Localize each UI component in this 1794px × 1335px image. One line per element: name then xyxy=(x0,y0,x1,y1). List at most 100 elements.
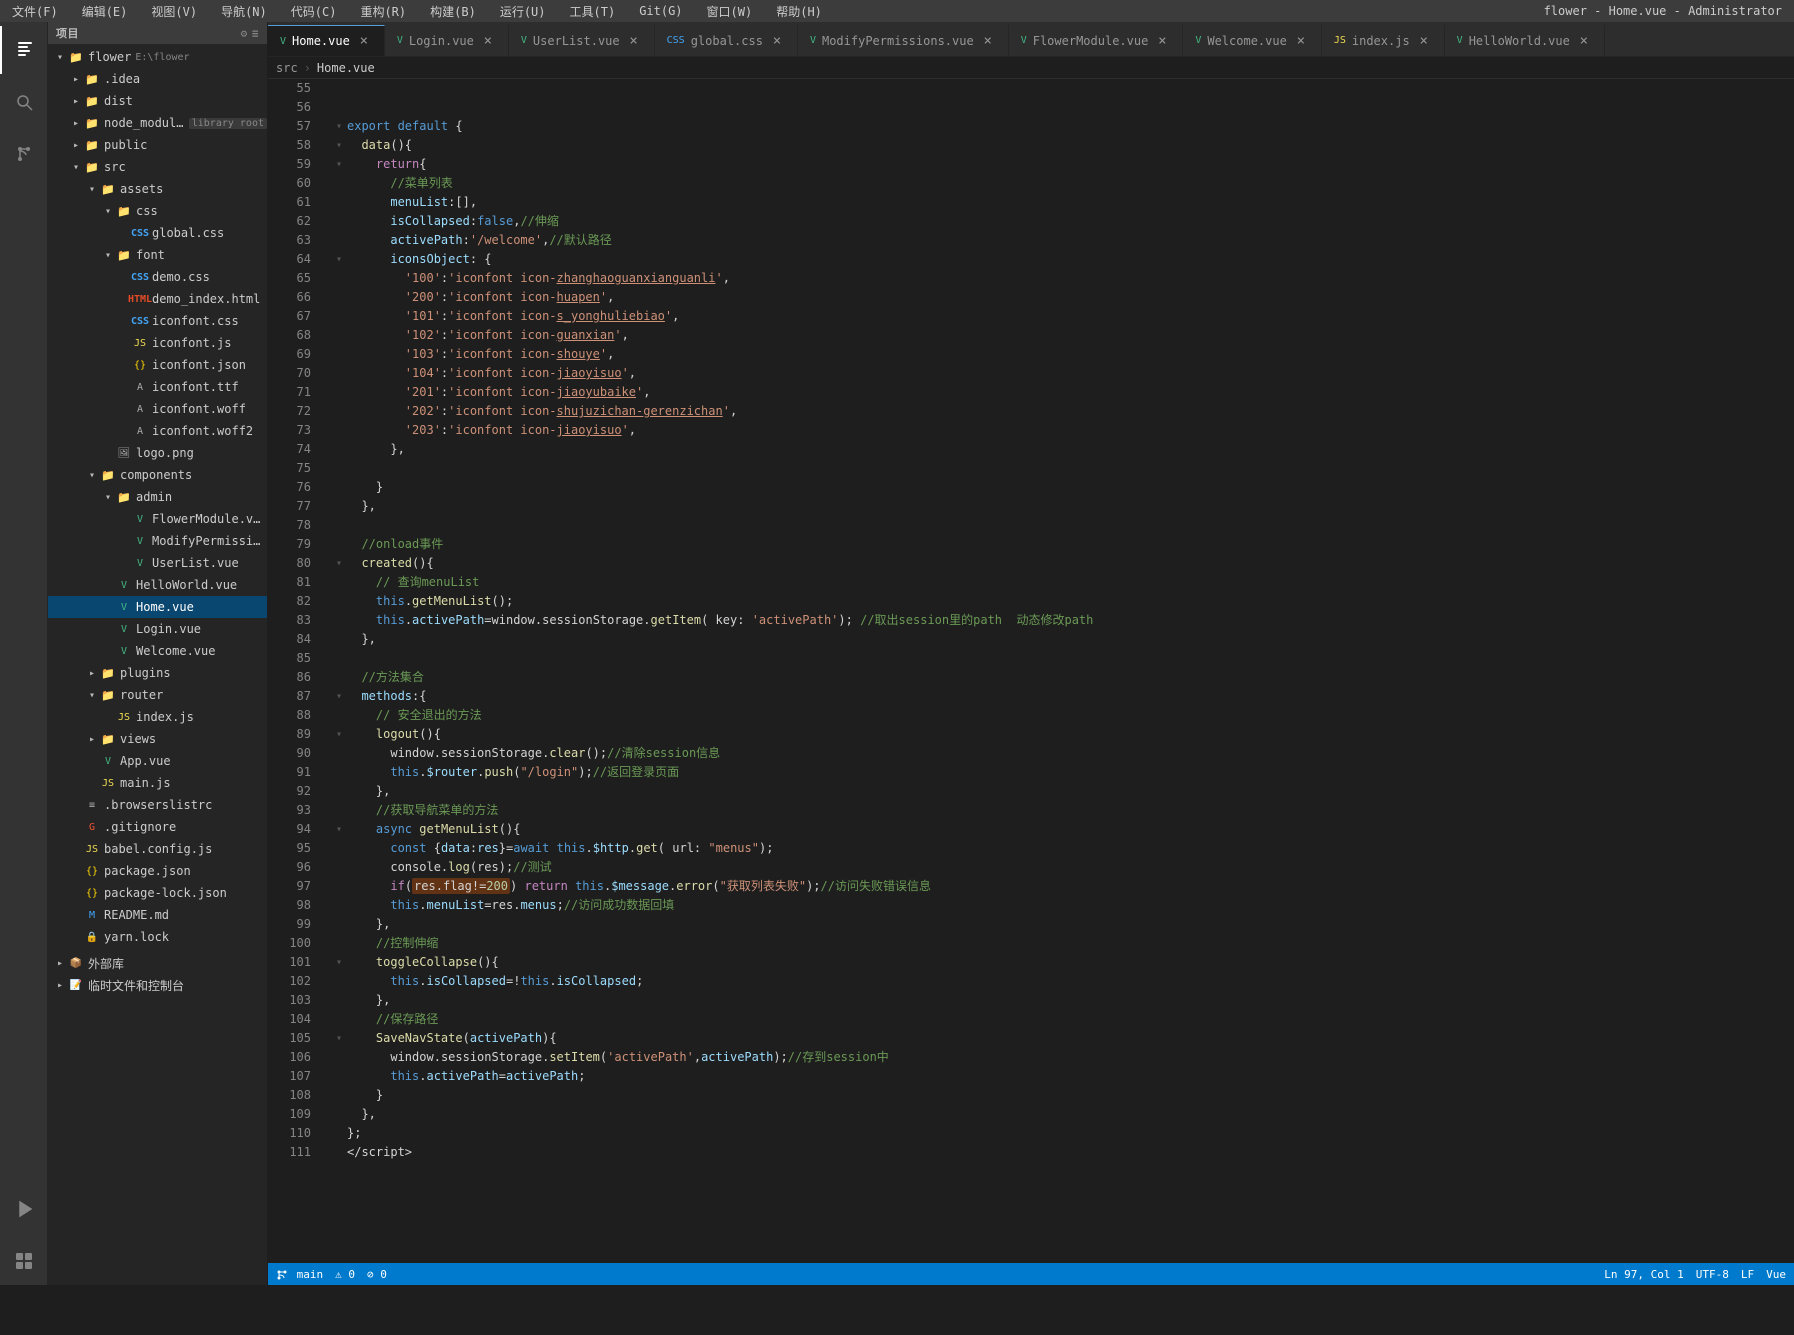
code-line-102: this.isCollapsed=!this.isCollapsed; xyxy=(347,972,1786,991)
tree-item-external-libs[interactable]: 📦 外部库 xyxy=(48,952,267,974)
search-icon[interactable] xyxy=(0,78,48,126)
tree-item-readme[interactable]: M README.md xyxy=(48,904,267,926)
tree-item-browserslistrc[interactable]: ≡ .browserslistrc xyxy=(48,794,267,816)
tree-item-home[interactable]: V Home.vue xyxy=(48,596,267,618)
menu-build[interactable]: 构建(B) xyxy=(426,1,480,22)
tree-item-admin[interactable]: 📁 admin xyxy=(48,486,267,508)
tree-item-flower[interactable]: 📁 flower E:\flower xyxy=(48,46,267,68)
tree-item-demo-css[interactable]: CSS demo.css xyxy=(48,266,267,288)
breadcrumb-home[interactable]: Home.vue xyxy=(317,61,375,75)
menu-edit[interactable]: 编辑(E) xyxy=(78,1,132,22)
menu-file[interactable]: 文件(F) xyxy=(8,1,62,22)
tree-item-main-js[interactable]: JS main.js xyxy=(48,772,267,794)
tree-item-logo[interactable]: 🖼 logo.png xyxy=(48,442,267,464)
tree-item-gitignore[interactable]: G .gitignore xyxy=(48,816,267,838)
empty-arrow xyxy=(68,841,84,857)
tree-label-node-modules: node_modules xyxy=(104,116,185,130)
tree-item-package-json[interactable]: {} package.json xyxy=(48,860,267,882)
tree-item-public[interactable]: 📁 public xyxy=(48,134,267,156)
tab-flowermodule[interactable]: V FlowerModule.vue × xyxy=(1009,25,1184,56)
tree-item-iconfont-ttf[interactable]: A iconfont.ttf xyxy=(48,376,267,398)
tree-item-scratch[interactable]: 📝 临时文件和控制台 xyxy=(48,974,267,996)
sidebar-expand-icon[interactable]: ≡ xyxy=(252,27,259,40)
tab-close-welcome[interactable]: × xyxy=(1293,33,1309,49)
tree-item-node-modules[interactable]: 📁 node_modules library root xyxy=(48,112,267,134)
tree-item-idea[interactable]: 📁 .idea xyxy=(48,68,267,90)
menu-help[interactable]: 帮助(H) xyxy=(772,1,826,22)
tree-item-userlist[interactable]: V UserList.vue xyxy=(48,552,267,574)
menu-view[interactable]: 视图(V) xyxy=(147,1,201,22)
tree-item-iconfont-json[interactable]: {} iconfont.json xyxy=(48,354,267,376)
menu-window[interactable]: 窗口(W) xyxy=(703,1,757,22)
menu-tools[interactable]: 工具(T) xyxy=(566,1,620,22)
tab-close-login[interactable]: × xyxy=(480,33,496,49)
tree-label-iconfont-woff: iconfont.woff xyxy=(152,402,246,416)
tree-item-router-index[interactable]: JS index.js xyxy=(48,706,267,728)
menu-run[interactable]: 运行(U) xyxy=(496,1,550,22)
debug-icon[interactable] xyxy=(0,1185,48,1233)
tree-item-global-css[interactable]: CSS global.css xyxy=(48,222,267,244)
tab-close-flowermodule[interactable]: × xyxy=(1154,33,1170,49)
tree-item-login[interactable]: V Login.vue xyxy=(48,618,267,640)
tree-item-plugins[interactable]: 📁 plugins xyxy=(48,662,267,684)
tree-label-yarn-lock: yarn.lock xyxy=(104,930,169,944)
menu-refactor[interactable]: 重构(R) xyxy=(356,1,410,22)
tab-close-userlist[interactable]: × xyxy=(626,33,642,49)
tree-item-demo-html[interactable]: HTML demo_index.html xyxy=(48,288,267,310)
tab-welcome[interactable]: V Welcome.vue × xyxy=(1183,25,1322,56)
tab-login-vue[interactable]: V Login.vue × xyxy=(385,25,509,56)
tree-item-flowermodule[interactable]: V FlowerModule.vue xyxy=(48,508,267,530)
menu-git[interactable]: Git(G) xyxy=(635,2,686,20)
tree-item-dist[interactable]: 📁 dist xyxy=(48,90,267,112)
extensions-icon[interactable] xyxy=(0,1237,48,1285)
folder-dist-icon: 📁 xyxy=(84,93,100,109)
tree-item-css[interactable]: 📁 css xyxy=(48,200,267,222)
tab-userlist-vue[interactable]: V UserList.vue × xyxy=(509,25,655,56)
tab-close-global-css[interactable]: × xyxy=(769,33,785,49)
tab-global-css[interactable]: CSS global.css × xyxy=(655,25,798,56)
tab-index-js[interactable]: JS index.js × xyxy=(1322,25,1445,56)
explorer-icon[interactable] xyxy=(0,26,48,74)
tree-arrow-admin xyxy=(100,489,116,505)
code-line-93: //获取导航菜单的方法 xyxy=(347,801,1786,820)
breadcrumb-src[interactable]: src xyxy=(276,61,298,75)
tree-label-iconfont-ttf: iconfont.ttf xyxy=(152,380,239,394)
tree-item-iconfont-woff2[interactable]: A iconfont.woff2 xyxy=(48,420,267,442)
tree-item-iconfont-woff[interactable]: A iconfont.woff xyxy=(48,398,267,420)
status-warnings[interactable]: ⊘ 0 xyxy=(367,1268,387,1281)
status-git-branch[interactable]: main xyxy=(276,1268,323,1281)
git-icon[interactable] xyxy=(0,130,48,178)
tree-item-iconfont-js[interactable]: JS iconfont.js xyxy=(48,332,267,354)
tree-item-iconfont-css[interactable]: CSS iconfont.css xyxy=(48,310,267,332)
tree-item-package-lock[interactable]: {} package-lock.json xyxy=(48,882,267,904)
tab-close-index-js[interactable]: × xyxy=(1416,33,1432,49)
tab-close-home[interactable]: × xyxy=(356,33,372,49)
tab-close-modifyperm[interactable]: × xyxy=(980,33,996,49)
menu-nav[interactable]: 导航(N) xyxy=(217,1,271,22)
status-position[interactable]: Ln 97, Col 1 xyxy=(1604,1268,1683,1281)
tree-item-welcome[interactable]: V Welcome.vue xyxy=(48,640,267,662)
tree-item-views[interactable]: 📁 views xyxy=(48,728,267,750)
code-area[interactable]: ▾ ▾ ▾ ▾ xyxy=(323,79,1794,1263)
tree-item-assets[interactable]: 📁 assets xyxy=(48,178,267,200)
tree-item-modifyperm[interactable]: V ModifyPermissions.vue xyxy=(48,530,267,552)
tree-item-app[interactable]: V App.vue xyxy=(48,750,267,772)
tree-item-src[interactable]: 📁 src xyxy=(48,156,267,178)
status-encoding[interactable]: UTF-8 xyxy=(1696,1268,1729,1281)
status-file-type[interactable]: Vue xyxy=(1766,1268,1786,1281)
sidebar-settings-icon[interactable]: ⚙ xyxy=(241,27,248,40)
status-errors[interactable]: ⚠ 0 xyxy=(335,1268,355,1281)
tree-item-router[interactable]: 📁 router xyxy=(48,684,267,706)
tree-item-font[interactable]: 📁 font xyxy=(48,244,267,266)
menu-code[interactable]: 代码(C) xyxy=(287,1,341,22)
tab-helloworld[interactable]: V HelloWorld.vue × xyxy=(1445,25,1605,56)
tree-item-yarn-lock[interactable]: 🔒 yarn.lock xyxy=(48,926,267,948)
code-line-69: '103':'iconfont icon-shouye', xyxy=(347,345,1786,364)
status-line-ending[interactable]: LF xyxy=(1741,1268,1754,1281)
tab-home-vue[interactable]: V Home.vue × xyxy=(268,25,385,56)
tree-item-components[interactable]: 📁 components xyxy=(48,464,267,486)
tree-item-helloworld[interactable]: V HelloWorld.vue xyxy=(48,574,267,596)
tab-modifyperm[interactable]: V ModifyPermissions.vue × xyxy=(798,25,1009,56)
tab-close-helloworld[interactable]: × xyxy=(1576,33,1592,49)
tree-item-babel[interactable]: JS babel.config.js xyxy=(48,838,267,860)
